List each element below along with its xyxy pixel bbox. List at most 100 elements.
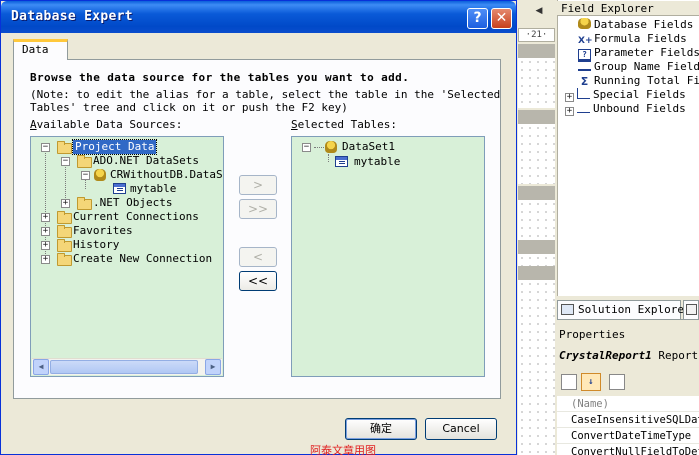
dataset-icon — [325, 141, 337, 153]
remove-button[interactable]: < — [239, 247, 277, 267]
watermark-text: 阿泰文章用图 — [310, 444, 376, 455]
tab-solution-explorer[interactable]: Solution Explorer — [557, 300, 691, 319]
tree-item-label: Favorites — [73, 224, 133, 237]
property-pages-icon[interactable] — [609, 374, 625, 390]
folder-icon — [57, 253, 72, 266]
properties-title: Properties — [557, 327, 699, 343]
tree-item-label: Create New Connection — [73, 252, 213, 265]
prop-convert-null[interactable]: ConvertNullFieldToDefault — [557, 445, 699, 455]
folder-icon — [57, 211, 72, 224]
folder-open-icon — [57, 141, 72, 154]
fe-label: Formula Fields — [594, 32, 687, 45]
fe-special-fields[interactable]: + Special Fields — [565, 88, 686, 102]
report-canvas — [518, 124, 555, 184]
tree-item-label: CRWithoutDB.DataSet — [110, 168, 224, 181]
field-explorer-title: Field Explorer — [557, 1, 699, 16]
report-canvas — [518, 58, 555, 108]
tree-item-label: mytable — [130, 182, 177, 195]
instruction-text: Browse the data source for the tables yo… — [30, 71, 410, 84]
tree-item-label: ADO.NET DataSets — [93, 154, 199, 167]
fe-label: Unbound Fields — [593, 102, 686, 115]
ide-toolbar-arrow[interactable]: ◀ — [532, 4, 546, 18]
tree-horizontal-scrollbar[interactable]: ◀ ▶ — [32, 358, 222, 375]
fe-running-total-fields[interactable]: Σ Running Total Fields — [578, 74, 699, 88]
fe-label: Special Fields — [593, 88, 686, 101]
add-button[interactable]: > — [239, 175, 277, 195]
expand-icon[interactable]: + — [565, 93, 574, 102]
collapse-icon[interactable]: − — [41, 143, 50, 152]
table-icon — [113, 183, 126, 194]
database-icon — [578, 18, 591, 29]
group-icon — [578, 60, 591, 71]
fe-unbound-fields[interactable]: + Unbound Fields — [565, 102, 686, 116]
remove-all-button[interactable]: << — [239, 271, 277, 291]
fe-label: Running Total Fields — [594, 74, 699, 87]
special-fields-icon — [577, 88, 590, 99]
fe-label: Parameter Fields — [594, 46, 699, 59]
properties-object[interactable]: CrystalReport1 Report — [559, 349, 698, 362]
cancel-button[interactable]: Cancel — [425, 418, 497, 440]
fe-group-name-fields[interactable]: Group Name Fields — [578, 60, 699, 74]
tree-item-label: Current Connections — [73, 210, 199, 223]
fe-formula-fields[interactable]: X+ Formula Fields — [578, 32, 687, 46]
properties-toolbar: ↓ — [557, 371, 699, 393]
expand-icon[interactable]: + — [41, 241, 50, 250]
fe-parameter-fields[interactable]: ? Parameter Fields — [578, 46, 699, 60]
expand-icon[interactable]: + — [41, 255, 50, 264]
add-all-button[interactable]: >> — [239, 199, 277, 219]
report-canvas — [518, 280, 555, 455]
expand-icon[interactable]: + — [41, 227, 50, 236]
tree-item-label: History — [73, 238, 120, 251]
categorized-icon[interactable] — [561, 374, 577, 390]
section-band — [518, 186, 555, 200]
expand-icon[interactable]: + — [41, 213, 50, 222]
tree-item-label: DataSet1 — [342, 140, 395, 153]
report-canvas — [518, 254, 555, 266]
tree-item-label: Project Data — [71, 139, 158, 155]
prop-case-insensitive[interactable]: CaseInsensitiveSQLData — [557, 413, 699, 428]
dialog-titlebar[interactable]: Database Expert ? ✕ — [1, 1, 516, 33]
prop-name[interactable]: (Name) — [557, 397, 699, 412]
scroll-right-icon[interactable]: ▶ — [205, 359, 221, 375]
tree-item-label: mytable — [354, 155, 401, 168]
selected-tables-tree[interactable]: − DataSet1 mytable — [291, 136, 485, 377]
collapse-icon[interactable]: − — [61, 157, 70, 166]
object-name: CrystalReport1 — [559, 349, 652, 362]
prop-convert-datetime[interactable]: ConvertDateTimeType — [557, 429, 699, 444]
scroll-left-icon[interactable]: ◀ — [33, 359, 49, 375]
object-type: Report — [658, 349, 699, 362]
note-text: (Note: to edit the alias for a table, se… — [30, 88, 501, 114]
selected-tables-label: Selected Tables: — [291, 118, 397, 131]
scroll-thumb[interactable] — [50, 360, 198, 374]
fe-label: Database Fields — [594, 18, 694, 31]
parameter-icon: ? — [578, 49, 591, 60]
panel-tabs: Solution Explorer — [557, 298, 699, 320]
ok-button[interactable]: 确定 — [345, 418, 417, 440]
expand-icon[interactable]: + — [565, 107, 574, 116]
dialog-title: Database Expert — [11, 9, 133, 24]
available-sources-tree[interactable]: − Project Data − ADO.NET DataSets − CRWi… — [30, 136, 224, 377]
fe-database-fields[interactable]: Database Fields — [578, 18, 693, 32]
tree-item-label: .NET Objects — [93, 196, 173, 209]
section-band — [518, 44, 555, 58]
section-band — [518, 266, 555, 280]
solution-explorer-icon — [561, 304, 574, 315]
close-button[interactable]: ✕ — [491, 8, 512, 29]
tab-data[interactable]: Data — [13, 39, 68, 60]
help-button[interactable]: ? — [467, 8, 488, 29]
collapse-icon[interactable]: − — [302, 143, 311, 152]
available-sources-label: Available Data Sources: — [30, 118, 183, 131]
report-canvas — [518, 200, 555, 240]
database-expert-dialog: Database Expert ? ✕ Data Browse the data… — [0, 0, 517, 455]
expand-icon[interactable]: + — [61, 199, 70, 208]
fe-label: Group Name Fields — [594, 60, 699, 73]
tab-class-view[interactable] — [683, 300, 699, 319]
table-icon — [335, 156, 348, 167]
tree-lines — [314, 147, 324, 148]
folder-icon — [77, 197, 92, 210]
section-band — [518, 240, 555, 254]
collapse-icon[interactable]: − — [81, 171, 90, 180]
folder-icon — [57, 225, 72, 238]
ide-toolbar-ruler: ·21· — [518, 28, 555, 42]
alphabetical-icon[interactable]: ↓ — [581, 373, 601, 391]
